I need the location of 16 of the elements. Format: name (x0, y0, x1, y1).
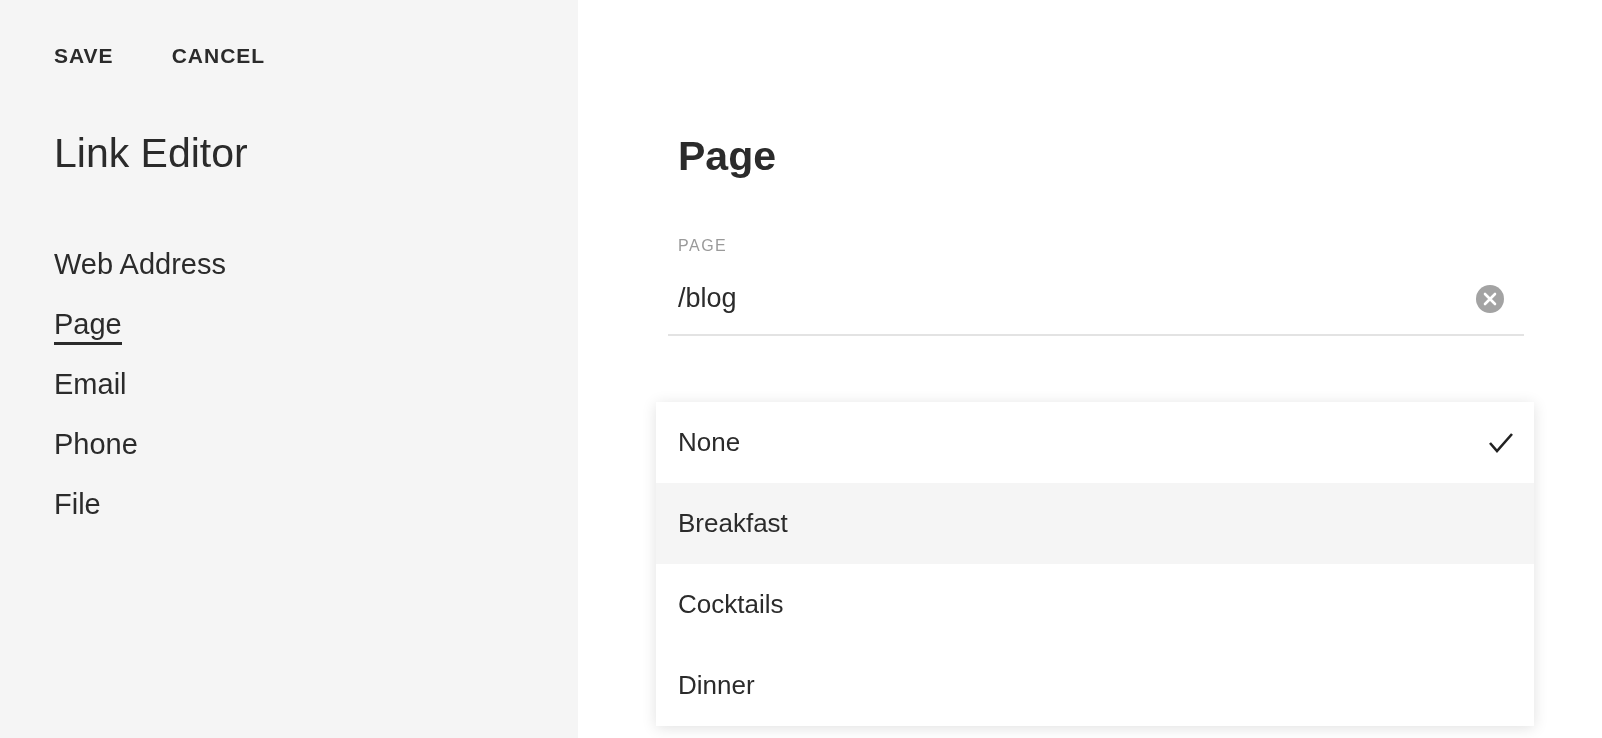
panel-title: Page (677, 133, 777, 180)
sidebar-item[interactable]: File (54, 487, 101, 525)
cancel-button[interactable]: CANCEL (171, 44, 266, 68)
save-button[interactable]: SAVE (54, 44, 114, 68)
page-field[interactable]: /blog (668, 255, 1524, 336)
sidebar-title: Link Editor (54, 130, 249, 177)
sidebar-item[interactable]: Email (54, 367, 127, 405)
dropdown-option[interactable]: Dinner (656, 645, 1534, 726)
clear-icon[interactable] (1476, 284, 1504, 313)
dropdown-option[interactable]: Breakfast (656, 483, 1534, 564)
sidebar-item[interactable]: Phone (54, 427, 138, 465)
dropdown-option[interactable]: Cocktails (656, 564, 1534, 645)
field-label: PAGE (677, 237, 729, 255)
sidebar-item[interactable]: Web Address (54, 247, 226, 285)
dropdown-option[interactable]: None (656, 402, 1534, 483)
sidebar-item[interactable]: Page (54, 307, 122, 345)
